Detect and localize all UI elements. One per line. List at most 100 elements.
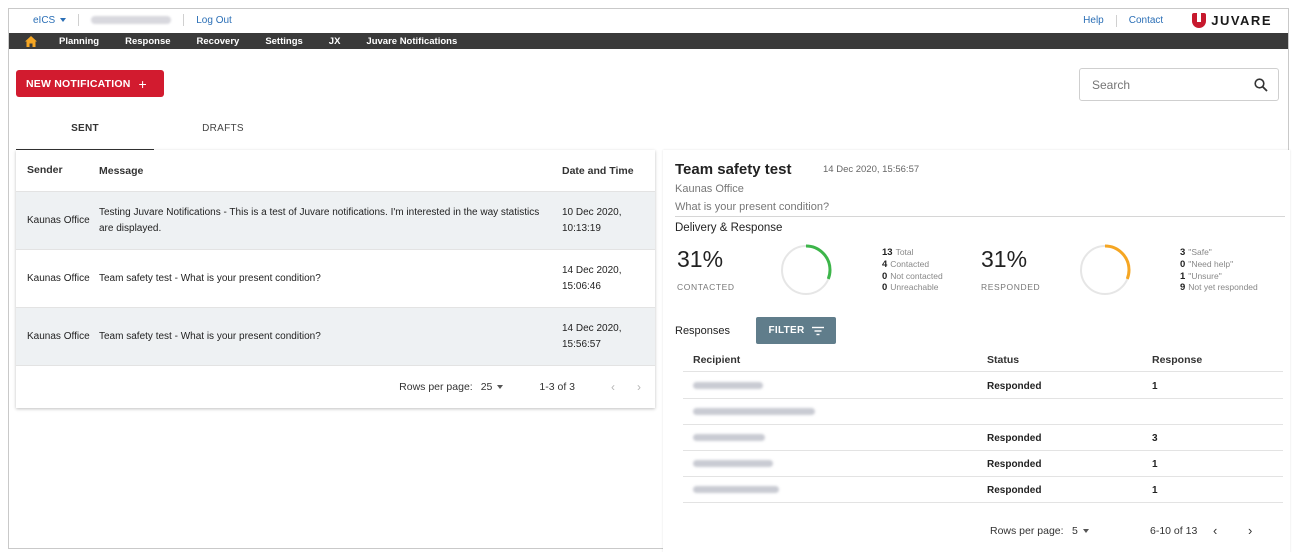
search-box — [1079, 68, 1279, 101]
detail-title: Team safety test — [675, 161, 792, 178]
chevron-left-icon[interactable]: ‹ — [611, 380, 615, 394]
stat-label: Not yet responded — [1188, 282, 1258, 293]
recipient-name — [693, 433, 765, 444]
row-response: 1 — [1152, 459, 1158, 470]
rows-per-page-value: 5 — [1072, 525, 1078, 537]
chevron-left-icon[interactable]: ‹ — [1213, 523, 1217, 538]
responses-table-header: Recipient Status Response — [683, 346, 1283, 372]
chevron-right-icon[interactable]: › — [637, 380, 641, 394]
table-row[interactable] — [683, 399, 1283, 425]
stat-safe: 3 "Safe" — [1180, 247, 1258, 259]
page-range: 1-3 of 3 — [539, 381, 575, 393]
column-header-recipient[interactable]: Recipient — [693, 354, 740, 366]
row-sender: Kaunas Office — [27, 273, 90, 284]
table-row[interactable]: Responded 1 — [683, 477, 1283, 503]
table-header: Sender Message Date and Time — [16, 150, 655, 192]
responded-label: RESPONDED — [981, 282, 1041, 292]
row-date: 14 Dec 2020, 15:06:46 — [562, 264, 622, 292]
row-response: 1 — [1152, 381, 1158, 392]
page-range: 6-10 of 13 — [1150, 525, 1198, 537]
plus-icon: + — [138, 75, 147, 92]
brand-name: JUVARE — [1211, 13, 1272, 28]
row-status: Responded — [987, 381, 1042, 392]
stat-label: Not contacted — [890, 270, 943, 281]
app-window: eICS Log Out Help Contact JUVARE Plannin… — [8, 8, 1290, 552]
search-icon[interactable] — [1254, 78, 1268, 92]
user-name — [91, 16, 172, 24]
divider — [675, 216, 1285, 217]
column-header-date[interactable]: Date and Time — [560, 163, 655, 179]
divider — [1175, 15, 1176, 27]
row-sender: Kaunas Office — [27, 215, 90, 226]
nav-response[interactable]: Response — [125, 36, 170, 47]
responded-stats: 3 "Safe" 0 "Need help" 1 "Unsure" 9 Not yet … — [1180, 247, 1258, 294]
table-row[interactable]: Kaunas Office Team safety test - What is… — [16, 250, 655, 308]
column-header-sender[interactable]: Sender — [16, 163, 90, 178]
column-header-message[interactable]: Message — [90, 163, 560, 179]
row-response: 1 — [1152, 485, 1158, 496]
responded-percent: 31% — [981, 246, 1028, 272]
row-date: 10 Dec 2020, 10:13:19 — [562, 206, 622, 234]
juvare-logo: JUVARE — [1192, 13, 1272, 28]
responses-pagination: Rows per page: 5 6-10 of 13 ‹ › — [663, 517, 1290, 545]
detail-office: Kaunas Office — [675, 183, 744, 195]
stat-label: "Need help" — [1188, 258, 1234, 269]
notifications-table: Sender Message Date and Time Kaunas Offi… — [16, 150, 655, 408]
table-row[interactable]: Kaunas Office Testing Juvare Notificatio… — [16, 192, 655, 250]
stat-value: 4 — [882, 258, 888, 270]
responded-ring-chart — [1079, 244, 1131, 296]
home-icon[interactable] — [25, 35, 37, 47]
logout-link[interactable]: Log Out — [196, 15, 232, 26]
column-header-status[interactable]: Status — [987, 354, 1019, 366]
stat-contacted: 4 Contacted — [882, 259, 943, 271]
nav-recovery[interactable]: Recovery — [197, 36, 240, 47]
divider — [1115, 14, 1117, 27]
row-message: Team safety test - What is your present … — [99, 272, 321, 284]
filter-label: FILTER — [768, 325, 805, 336]
table-row[interactable]: Kaunas Office Team safety test - What is… — [16, 308, 655, 366]
row-message: Testing Juvare Notifications - This is a… — [99, 206, 540, 234]
stat-not-contacted: 0 Not contacted — [882, 271, 943, 283]
stat-unreachable: 0 Unreachable — [882, 282, 943, 294]
stat-not-yet-responded: 9 Not yet responded — [1180, 282, 1258, 294]
stat-label: Total — [895, 247, 914, 257]
nav-juvare-notifications[interactable]: Juvare Notifications — [366, 36, 457, 47]
detail-date: 14 Dec 2020, 15:56:57 — [823, 164, 920, 175]
divider — [183, 14, 185, 26]
column-header-response[interactable]: Response — [1152, 354, 1202, 366]
rows-per-page-select[interactable]: 25 — [481, 381, 504, 393]
help-link[interactable]: Help — [1083, 15, 1104, 26]
row-response: 3 — [1152, 433, 1158, 444]
tab-sent[interactable]: SENT — [16, 117, 154, 151]
blurred-recipient-name — [693, 408, 815, 415]
recipient-name — [693, 381, 763, 392]
rows-per-page-select[interactable]: 5 — [1072, 525, 1089, 537]
contact-link[interactable]: Contact — [1129, 15, 1163, 26]
blurred-recipient-name — [693, 382, 763, 389]
app-menu[interactable]: eICS — [33, 15, 67, 26]
table-pagination: Rows per page: 25 1-3 of 3 ‹ › — [16, 366, 655, 408]
rows-per-page-label: Rows per page: — [399, 381, 473, 393]
filter-button[interactable]: FILTER — [756, 317, 836, 344]
search-input[interactable] — [1092, 77, 1242, 92]
table-row[interactable]: Responded 1 — [683, 373, 1283, 399]
filter-icon — [811, 326, 824, 335]
new-notification-button[interactable]: NEW NOTIFICATION + — [16, 70, 164, 97]
stat-value: 0 — [1180, 258, 1186, 270]
nav-planning[interactable]: Planning — [59, 36, 99, 47]
notification-tabs: SENT DRAFTS — [16, 117, 292, 151]
main-nav: Planning Response Recovery Settings JX J… — [9, 33, 1288, 49]
stat-value: 0 — [882, 270, 888, 282]
chevron-right-icon[interactable]: › — [1248, 523, 1252, 538]
new-notification-label: NEW NOTIFICATION — [26, 77, 131, 90]
juvare-logo-icon — [1192, 13, 1207, 28]
recipient-name — [693, 485, 779, 496]
section-title: Delivery & Response — [675, 222, 783, 234]
chevron-down-icon — [60, 17, 67, 22]
nav-jx[interactable]: JX — [329, 36, 341, 47]
tab-drafts[interactable]: DRAFTS — [154, 117, 292, 151]
table-row[interactable]: Responded 1 — [683, 451, 1283, 477]
nav-settings[interactable]: Settings — [265, 36, 302, 47]
table-row[interactable]: Responded 3 — [683, 425, 1283, 451]
rows-per-page-label: Rows per page: — [990, 525, 1064, 537]
